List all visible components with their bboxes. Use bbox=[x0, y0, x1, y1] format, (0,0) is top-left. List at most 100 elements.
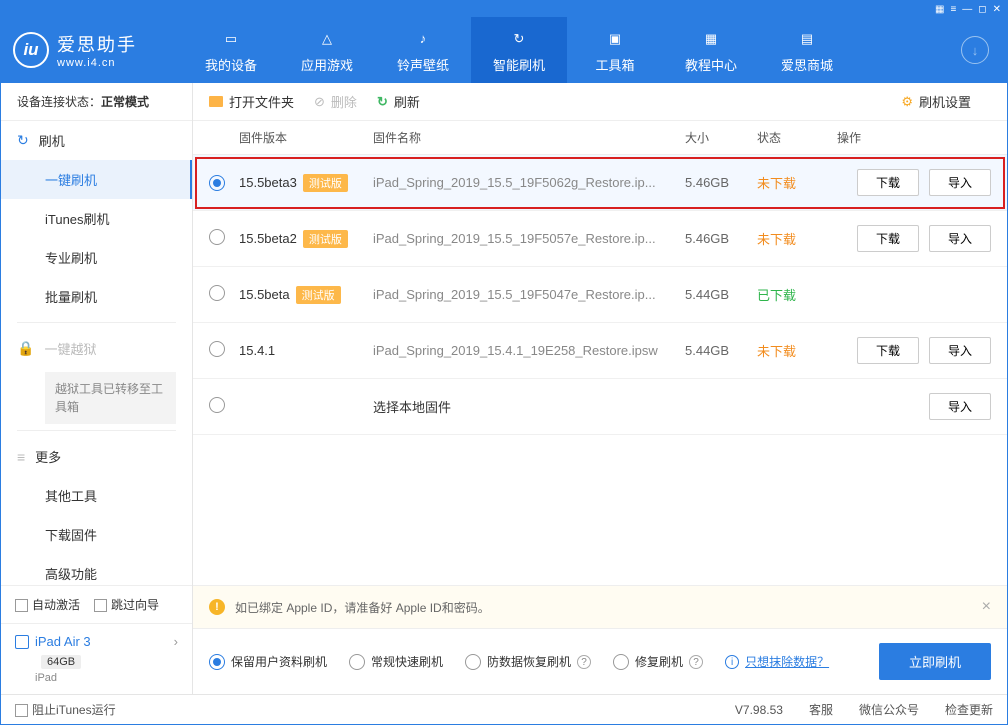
delete-button[interactable]: ⊘ 删除 bbox=[314, 92, 357, 111]
col-ops: 操作 bbox=[837, 129, 991, 146]
info-icon: i bbox=[725, 655, 739, 669]
delete-icon: ⊘ bbox=[314, 94, 325, 110]
nav-icon: ↻ bbox=[507, 27, 531, 51]
app-url: www.i4.cn bbox=[57, 57, 137, 69]
nav-item-6[interactable]: ▤爱思商城 bbox=[759, 17, 855, 83]
row-ops: 下载导入 bbox=[837, 225, 991, 252]
refresh-button[interactable]: ↻ 刷新 bbox=[377, 92, 420, 111]
sidebar-flash-sub-0[interactable]: 一键刷机 bbox=[1, 160, 192, 199]
footer-update[interactable]: 检查更新 bbox=[945, 701, 993, 718]
row-ops: 下载导入 bbox=[837, 337, 991, 364]
nav-items: ▭我的设备△应用游戏♪铃声壁纸↻智能刷机▣工具箱▦教程中心▤爱思商城 bbox=[183, 17, 955, 83]
import-button[interactable]: 导入 bbox=[929, 225, 991, 252]
titlebar-menu-icon[interactable]: ≡ bbox=[950, 4, 956, 15]
titlebar-maximize-icon[interactable]: ◻ bbox=[978, 4, 986, 15]
sidebar-flash-sub-1[interactable]: iTunes刷机 bbox=[1, 199, 192, 238]
skip-guide-checkbox[interactable]: 跳过向导 bbox=[94, 596, 159, 613]
row-status: 未下载 bbox=[757, 229, 837, 248]
row-size: 5.44GB bbox=[685, 343, 757, 358]
import-button[interactable]: 导入 bbox=[929, 337, 991, 364]
nav-download[interactable]: ↓ bbox=[955, 36, 995, 64]
firmware-row[interactable]: 15.5beta测试版iPad_Spring_2019_15.5_19F5047… bbox=[193, 267, 1007, 323]
navbar: iu 爱思助手 www.i4.cn ▭我的设备△应用游戏♪铃声壁纸↻智能刷机▣工… bbox=[1, 17, 1007, 83]
opt-keep-data[interactable]: 保留用户资料刷机 bbox=[209, 653, 327, 670]
device-status-label: 设备连接状态： bbox=[17, 95, 101, 109]
sidebar-flash-sub-2[interactable]: 专业刷机 bbox=[1, 238, 192, 277]
row-radio[interactable] bbox=[209, 397, 225, 413]
opt-anti-recovery[interactable]: 防数据恢复刷机? bbox=[465, 653, 591, 670]
footer-version: V7.98.53 bbox=[735, 703, 783, 717]
flash-options: 保留用户资料刷机 常规快速刷机 防数据恢复刷机? 修复刷机? i只想抹除数据？ … bbox=[193, 628, 1007, 694]
block-itunes-checkbox[interactable]: 阻止iTunes运行 bbox=[15, 701, 116, 718]
titlebar: ▦ ≡ — ◻ ✕ bbox=[1, 1, 1007, 17]
opt-regular[interactable]: 常规快速刷机 bbox=[349, 653, 443, 670]
nav-item-4[interactable]: ▣工具箱 bbox=[567, 17, 663, 83]
sidebar-jailbreak-header[interactable]: 🔒 一键越狱 bbox=[1, 329, 192, 368]
lock-icon: 🔒 bbox=[17, 340, 34, 357]
opt-repair[interactable]: 修复刷机? bbox=[613, 653, 703, 670]
nav-item-2[interactable]: ♪铃声壁纸 bbox=[375, 17, 471, 83]
sidebar-jailbreak-label: 一键越狱 bbox=[44, 339, 96, 358]
flash-settings-button[interactable]: ⚙ 刷机设置 bbox=[901, 92, 971, 111]
flash-now-button[interactable]: 立即刷机 bbox=[879, 643, 991, 680]
download-button[interactable]: 下载 bbox=[857, 225, 919, 252]
sidebar-flash-header[interactable]: ↻ 刷机 bbox=[1, 121, 192, 160]
help-icon[interactable]: ? bbox=[577, 655, 591, 669]
row-radio[interactable] bbox=[209, 175, 225, 191]
device-block[interactable]: iPad Air 3 › 64GB iPad bbox=[1, 623, 192, 694]
refresh-icon: ↻ bbox=[377, 94, 388, 110]
sidebar-more-sub-1[interactable]: 下载固件 bbox=[1, 515, 192, 554]
sidebar-more-label: 更多 bbox=[35, 447, 61, 466]
firmware-row[interactable]: 15.4.1iPad_Spring_2019_15.4.1_19E258_Res… bbox=[193, 323, 1007, 379]
footer-kefu[interactable]: 客服 bbox=[809, 701, 833, 718]
col-name: 固件名称 bbox=[373, 129, 685, 146]
download-button[interactable]: 下载 bbox=[857, 169, 919, 196]
row-version: 15.5beta2测试版 bbox=[239, 230, 373, 248]
row-radio[interactable] bbox=[209, 285, 225, 301]
main: 打开文件夹 ⊘ 删除 ↻ 刷新 ⚙ 刷机设置 固件版本 固件名称 大小 状态 操… bbox=[193, 83, 1007, 694]
sidebar-flash-sub-3[interactable]: 批量刷机 bbox=[1, 277, 192, 316]
titlebar-grid-icon[interactable]: ▦ bbox=[935, 4, 944, 15]
sidebar: 设备连接状态：正常模式 ↻ 刷机 一键刷机iTunes刷机专业刷机批量刷机 🔒 … bbox=[1, 83, 193, 694]
device-status-value: 正常模式 bbox=[101, 95, 149, 109]
nav-item-1[interactable]: △应用游戏 bbox=[279, 17, 375, 83]
sidebar-more-sub-2[interactable]: 高级功能 bbox=[1, 554, 192, 585]
firmware-row[interactable]: 15.5beta2测试版iPad_Spring_2019_15.5_19F505… bbox=[193, 211, 1007, 267]
nav-item-5[interactable]: ▦教程中心 bbox=[663, 17, 759, 83]
firmware-row[interactable]: 选择本地固件导入 bbox=[193, 379, 1007, 435]
row-status: 未下载 bbox=[757, 341, 837, 360]
erase-link[interactable]: i只想抹除数据？ bbox=[725, 653, 829, 670]
titlebar-close-icon[interactable]: ✕ bbox=[993, 4, 1001, 15]
sidebar-more-sub-0[interactable]: 其他工具 bbox=[1, 476, 192, 515]
nav-item-0[interactable]: ▭我的设备 bbox=[183, 17, 279, 83]
nav-item-3[interactable]: ↻智能刷机 bbox=[471, 17, 567, 83]
col-size: 大小 bbox=[685, 129, 757, 146]
import-button[interactable]: 导入 bbox=[929, 393, 991, 420]
row-radio[interactable] bbox=[209, 341, 225, 357]
sidebar-more-header[interactable]: ≡ 更多 bbox=[1, 437, 192, 476]
row-version: 15.5beta测试版 bbox=[239, 286, 373, 304]
import-button[interactable]: 导入 bbox=[929, 169, 991, 196]
logo-icon: iu bbox=[13, 32, 49, 68]
notice-close-icon[interactable]: × bbox=[982, 598, 991, 616]
firmware-row[interactable]: 15.5beta3测试版iPad_Spring_2019_15.5_19F506… bbox=[193, 155, 1007, 211]
titlebar-minimize-icon[interactable]: — bbox=[962, 4, 972, 15]
help-icon[interactable]: ? bbox=[689, 655, 703, 669]
footer-weixin[interactable]: 微信公众号 bbox=[859, 701, 919, 718]
row-name: iPad_Spring_2019_15.4.1_19E258_Restore.i… bbox=[373, 343, 685, 358]
sidebar-flash-label: 刷机 bbox=[39, 131, 65, 150]
row-radio[interactable] bbox=[209, 229, 225, 245]
row-ops: 导入 bbox=[837, 393, 991, 420]
row-name: iPad_Spring_2019_15.5_19F5057e_Restore.i… bbox=[373, 231, 685, 246]
open-folder-button[interactable]: 打开文件夹 bbox=[209, 92, 294, 111]
row-size: 5.44GB bbox=[685, 287, 757, 302]
device-storage: 64GB bbox=[41, 655, 81, 669]
auto-activate-checkbox[interactable]: 自动激活 bbox=[15, 596, 80, 613]
download-button[interactable]: 下载 bbox=[857, 337, 919, 364]
gear-icon: ⚙ bbox=[901, 94, 913, 110]
nav-icon: ▭ bbox=[219, 27, 243, 51]
firmware-rows: 15.5beta3测试版iPad_Spring_2019_15.5_19F506… bbox=[193, 155, 1007, 435]
jailbreak-note: 越狱工具已转移至工具箱 bbox=[45, 372, 176, 424]
device-type: iPad bbox=[35, 672, 178, 684]
toolbar: 打开文件夹 ⊘ 删除 ↻ 刷新 ⚙ 刷机设置 bbox=[193, 83, 1007, 121]
